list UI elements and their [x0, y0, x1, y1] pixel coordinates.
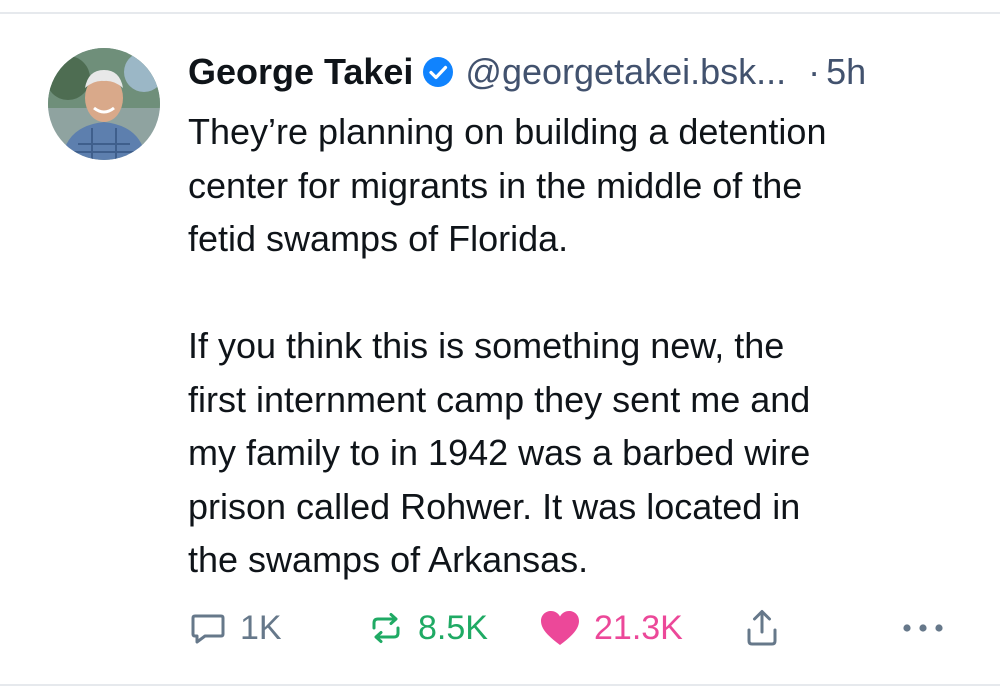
meta-separator: · [808, 51, 821, 92]
text-line: the swamps of Arkansas. [188, 539, 589, 580]
post-paragraph: If you think this is something new, the … [188, 319, 968, 587]
divider-bottom [0, 684, 1000, 686]
post-actions: 1K 8.5K 21.3K [188, 604, 968, 652]
share-button[interactable] [742, 604, 782, 652]
verified-check-icon [421, 55, 455, 89]
like-button[interactable]: 21.3K [538, 604, 683, 652]
text-line: center for migrants in the middle of the [188, 164, 803, 206]
text-line: If you think this is something new, the [188, 325, 785, 366]
divider-top [0, 12, 1000, 14]
reply-bubble-icon [188, 608, 228, 648]
post-card[interactable]: George Takei @georgetakei.bsk... · 5h Th… [0, 0, 1000, 700]
heart-icon [538, 608, 582, 648]
repost-button[interactable]: 8.5K [366, 604, 488, 652]
author-handle[interactable]: @georgetakei.bsk... [465, 50, 786, 94]
author-name[interactable]: George Takei [188, 50, 413, 94]
reply-button[interactable]: 1K [188, 604, 282, 652]
avatar-image [48, 48, 160, 160]
like-count: 21.3K [594, 608, 683, 647]
text-line: first internment camp they sent me and [188, 378, 811, 420]
post-paragraph: They’re planning on building a detention… [188, 105, 968, 266]
post-text: They’re planning on building a detention… [188, 105, 968, 587]
avatar[interactable] [48, 48, 160, 160]
text-line: prison called Rohwer. It was located in [188, 485, 801, 527]
text-line: fetid swamps of Florida. [188, 218, 569, 259]
text-line: my family to in 1942 was a barbed wire [188, 432, 811, 473]
repost-icon [366, 608, 406, 648]
reply-count: 1K [240, 608, 282, 647]
text-line: They’re planning on building a detention [188, 111, 827, 152]
repost-count: 8.5K [418, 608, 488, 647]
more-options-button[interactable] [900, 604, 946, 652]
post-timestamp[interactable]: 5h [826, 50, 866, 94]
post-header: George Takei @georgetakei.bsk... · 5h [188, 50, 866, 94]
more-dots-icon [900, 618, 946, 638]
share-icon [742, 606, 782, 650]
